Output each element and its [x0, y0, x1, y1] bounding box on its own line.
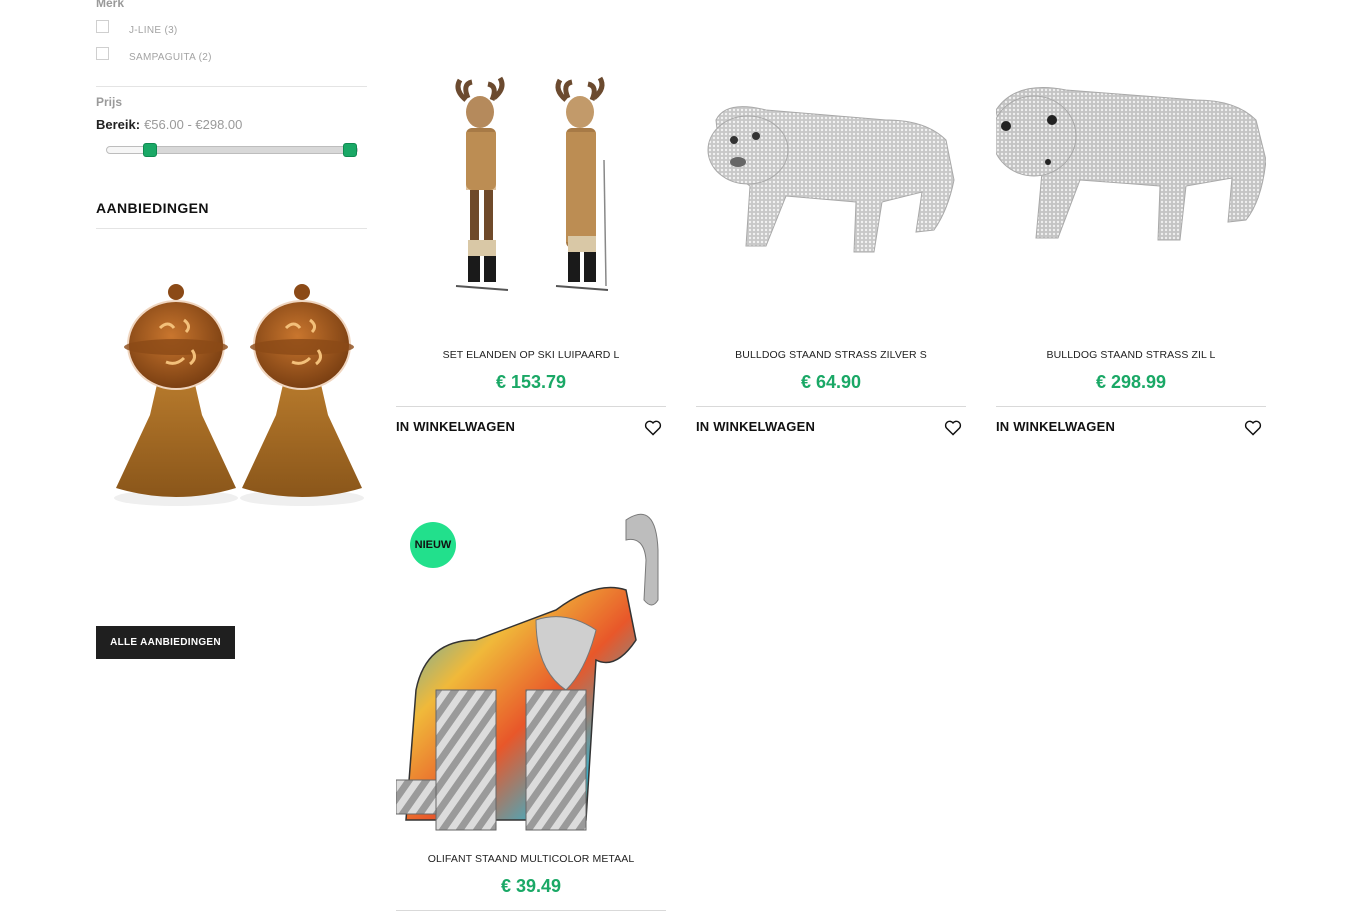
product-price: € 64.90 [800, 372, 862, 392]
product-name[interactable]: BULLDOG STAAND STRASS ZILVER S [696, 349, 966, 361]
heart-icon[interactable] [644, 420, 662, 436]
filter-sidebar: Merk J-LINE (3) SAMPAGUITA (2) Prijs Ber… [96, 0, 368, 921]
product-name[interactable]: SET ELANDEN OP SKI LUIPAARD L [396, 349, 666, 361]
product-price: € 39.49 [500, 876, 562, 896]
brand-checkbox-sampaguita[interactable] [96, 46, 109, 60]
product-divider [996, 406, 1266, 407]
brand-option-label: J-LINE (3) [129, 24, 178, 36]
slider-selected-range [152, 147, 352, 153]
product-name[interactable]: OLIFANT STAAND MULTICOLOR METAAL [396, 853, 666, 865]
slider-max-handle[interactable] [343, 143, 357, 157]
brand-filter-title: Merk [96, 0, 125, 10]
product-divider [396, 406, 666, 407]
moose-pair-image[interactable] [396, 0, 666, 330]
brand-option-sampaguita[interactable]: SAMPAGUITA (2) [96, 45, 212, 63]
product-divider [396, 910, 666, 911]
product-price: € 153.79 [495, 372, 567, 392]
brand-option-label: SAMPAGUITA (2) [129, 51, 212, 63]
add-to-cart-button[interactable]: IN WINKELWAGEN [396, 419, 515, 434]
all-offers-button[interactable]: ALLE AANBIEDINGEN [96, 626, 235, 659]
offers-heading: AANBIEDINGEN [96, 200, 209, 216]
price-range-readout: Bereik: €56.00 - €298.00 [96, 117, 242, 132]
slider-min-handle[interactable] [143, 143, 157, 157]
silver-bulldog-large-image[interactable] [996, 0, 1266, 330]
lantern-pair-image[interactable] [96, 250, 366, 590]
new-badge: NIEUW [410, 522, 456, 568]
brand-checkbox-jline[interactable] [96, 19, 109, 33]
product-price: € 298.99 [1095, 372, 1167, 392]
price-range-value: €56.00 - €298.00 [144, 117, 243, 132]
heart-icon[interactable] [944, 420, 962, 436]
price-filter-title: Prijs [96, 95, 123, 109]
price-range-label: Bereik: [96, 117, 141, 132]
brand-option-jline[interactable]: J-LINE (3) [96, 18, 178, 36]
filter-divider [96, 86, 367, 87]
price-range-slider[interactable] [106, 143, 358, 157]
add-to-cart-button[interactable]: IN WINKELWAGEN [696, 419, 815, 434]
heart-icon[interactable] [1244, 420, 1262, 436]
offers-divider [96, 228, 367, 229]
silver-bulldog-image[interactable] [696, 0, 966, 330]
product-name[interactable]: BULLDOG STAAND STRASS ZIL L [996, 349, 1266, 361]
product-divider [696, 406, 966, 407]
add-to-cart-button[interactable]: IN WINKELWAGEN [996, 419, 1115, 434]
